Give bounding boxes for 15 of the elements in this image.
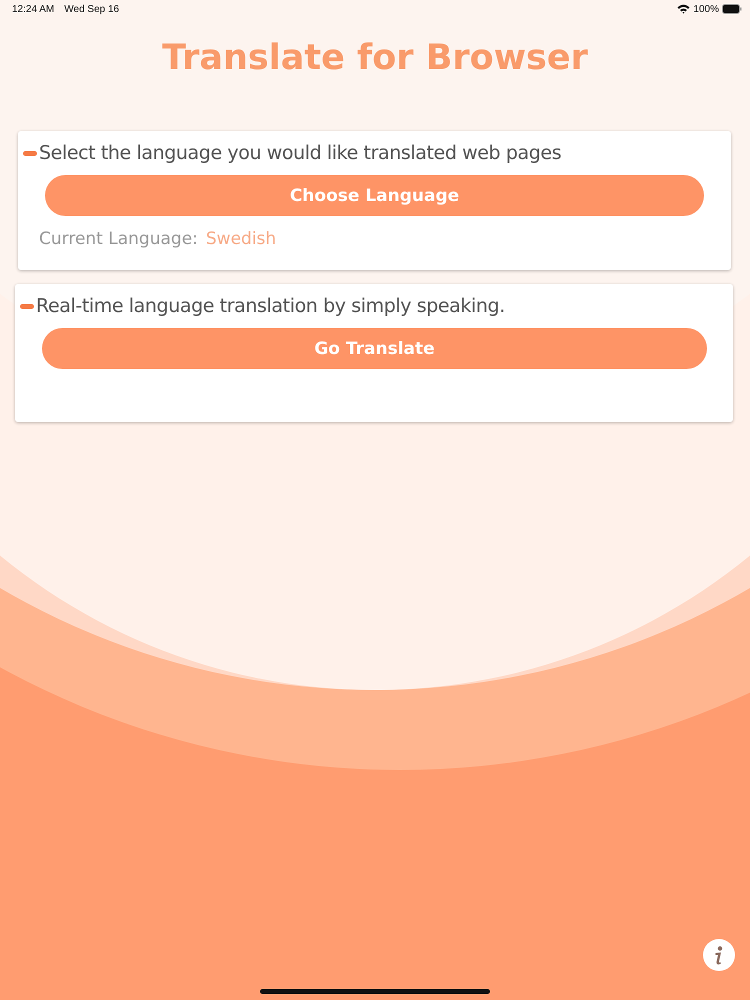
dash-icon xyxy=(20,304,34,308)
status-date: Wed Sep 16 xyxy=(64,4,120,14)
action-button[interactable]: Choose Language xyxy=(45,175,704,216)
battery-percent: 100% xyxy=(693,4,719,14)
action-button[interactable]: Go Translate xyxy=(42,328,707,369)
app-title: Translate for Browser xyxy=(161,37,589,80)
wifi-icon xyxy=(677,4,690,14)
battery-icon xyxy=(722,4,742,14)
info-icon[interactable] xyxy=(703,939,735,971)
status-time: 12:24 AM xyxy=(12,4,54,14)
card-description: Real-time language translation by simply speaking. xyxy=(36,295,505,317)
dash-icon xyxy=(23,150,37,156)
current-language-value: Swedish xyxy=(206,229,276,249)
card-description: Select the language you would like translated web pages xyxy=(39,142,562,164)
current-language-label: Current Language: xyxy=(39,229,198,249)
